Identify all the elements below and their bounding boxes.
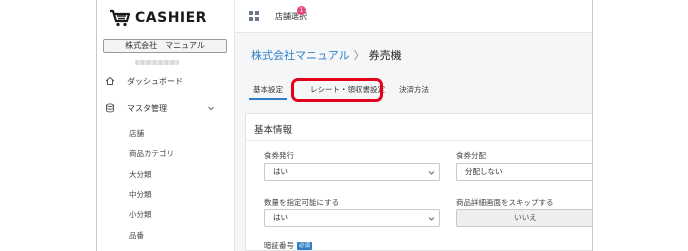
company-selector[interactable]: 株式会社 マニュアル <box>103 39 227 53</box>
sub-item-minor-class[interactable]: 小分類 <box>129 209 152 220</box>
nav-master-label: マスタ管理 <box>127 103 167 113</box>
pin-label-text: 暗証番号 <box>264 241 294 250</box>
ticket-issue-select[interactable]: はい <box>264 163 440 181</box>
breadcrumb-company-link[interactable]: 株式会社マニュアル <box>251 49 350 62</box>
breadcrumb-current: 券売機 <box>368 49 402 62</box>
notification-badge: 1 <box>297 6 306 15</box>
quantity-value: はい <box>273 213 288 222</box>
main-content: 株式会社マニュアル〉券売機 基本設定 レシート・領収書設定 決済方法 基本情報 … <box>235 33 592 251</box>
field-label-ticket-distribution: 食券分配 <box>456 151 486 160</box>
brand-name: CASHIER <box>135 10 207 26</box>
ticket-issue-value: はい <box>273 167 288 176</box>
breadcrumb-separator: 〉 <box>353 49 365 62</box>
brand-logo[interactable]: CASHIER <box>109 8 207 28</box>
tab-payment-methods[interactable]: 決済方法 <box>399 84 429 95</box>
required-badge: 必須 <box>297 242 313 250</box>
user-name-blurred <box>135 60 179 65</box>
active-tab-indicator <box>249 98 287 100</box>
ticket-distribution-value: 分配しない <box>465 167 503 176</box>
sub-item-store[interactable]: 店舗 <box>129 128 144 139</box>
skip-detail-select: いいえ <box>456 209 592 227</box>
nav-dashboard[interactable]: ダッシュボード <box>105 74 183 88</box>
ticket-distribution-select[interactable]: 分配しない <box>456 163 592 181</box>
field-label-pin: 暗証番号 必須 <box>264 240 313 251</box>
chevron-down-icon <box>428 171 435 175</box>
app-frame: CASHIER 株式会社 マニュアル ダッシュボード マスタ管理 店舗 商品カテ… <box>96 0 593 251</box>
sub-item-product-number[interactable]: 品番 <box>129 230 144 241</box>
quantity-select[interactable]: はい <box>264 209 440 227</box>
sidebar: CASHIER 株式会社 マニュアル ダッシュボード マスタ管理 店舗 商品カテ… <box>97 0 235 251</box>
top-bar: 店舗選択 1 <box>235 0 592 33</box>
basic-info-card: 基本情報 食券発行 はい 食券分配 分配しない 数量を指定可能にする はい 商品… <box>245 113 592 251</box>
skip-detail-value: いいえ <box>514 213 537 222</box>
cart-icon <box>110 9 131 27</box>
tab-basic-settings[interactable]: 基本設定 <box>253 84 283 95</box>
section-divider <box>246 140 592 141</box>
section-title: 基本情報 <box>254 125 293 136</box>
grid-menu-icon[interactable] <box>249 11 259 21</box>
sub-item-major-class[interactable]: 大分類 <box>129 169 152 180</box>
highlight-annotation <box>291 78 383 102</box>
nav-master[interactable]: マスタ管理 <box>105 101 167 115</box>
field-label-quantity: 数量を指定可能にする <box>264 198 340 207</box>
nav-dashboard-label: ダッシュボード <box>127 76 183 86</box>
field-label-ticket-issue: 食券発行 <box>264 151 294 160</box>
chevron-down-icon[interactable] <box>207 104 215 112</box>
database-icon <box>105 103 115 113</box>
breadcrumb: 株式会社マニュアル〉券売機 <box>251 47 402 63</box>
chevron-down-icon <box>428 217 435 221</box>
field-label-skip-detail: 商品詳細画面をスキップする <box>456 198 554 207</box>
home-icon <box>105 76 115 86</box>
sub-item-middle-class[interactable]: 中分類 <box>129 189 152 200</box>
sub-item-product-category[interactable]: 商品カテゴリ <box>129 148 174 159</box>
